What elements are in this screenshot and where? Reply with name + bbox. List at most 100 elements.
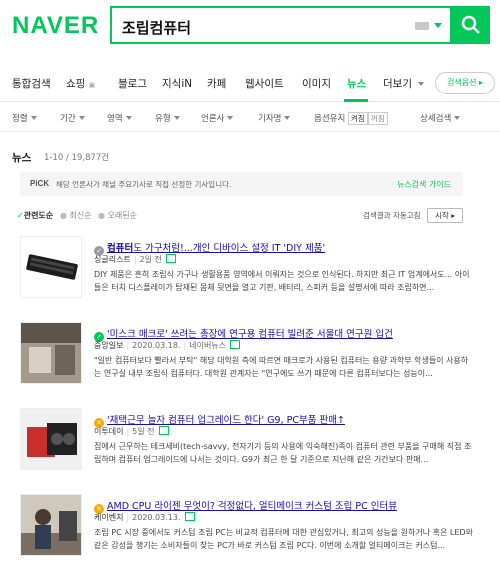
news-thumbnail[interactable] xyxy=(20,494,82,556)
news-snippet: DIY 제품은 흔히 조립식 가구나 생활용품 영역에서 이뤄지는 것으로 인식… xyxy=(94,270,470,292)
external-link-icon[interactable] xyxy=(165,254,176,263)
news-guide-link[interactable]: 뉴스검색 가이드 xyxy=(397,179,451,190)
news-thumbnail[interactable] xyxy=(20,236,82,298)
title-text: 도 가구처럼!...개인 디바이스 설정 IT 'DIY 제품' xyxy=(133,243,326,254)
news-item: ✓ 컴퓨터도 가구처럼!...개인 디바이스 설정 IT 'DIY 제품' 싱글리… xyxy=(0,236,500,318)
filter-detail-label: 상세검색 xyxy=(420,114,452,124)
sort-row: ✓관련도순 ● 최신순 ● 오래된순 검색결과 자동고침 시작 ▸ xyxy=(0,208,500,224)
filter-keep-option: 옵션유지 켜짐 꺼짐 xyxy=(314,112,388,125)
filter-type[interactable]: 유형 xyxy=(155,112,180,124)
news-thumbnail[interactable] xyxy=(20,408,82,470)
chevron-down-icon xyxy=(173,116,180,120)
naver-news-link[interactable]: 네이버뉴스 xyxy=(189,341,226,350)
pick-banner: PiCK 해당 언론사가 채널 주요기사로 직접 선정한 기사입니다. 뉴스검색… xyxy=(20,172,463,196)
filter-bar: 정렬 기간 영역 유형 언론사 기자명 옵션유지 켜짐 꺼짐 상세검색 xyxy=(0,102,500,132)
dot-icon: ● xyxy=(98,211,108,220)
news-snippet: 집에서 근무하는 테크세비(tech-savvy, 전자기기 등의 사용에 익숙… xyxy=(94,442,472,464)
separator: | xyxy=(126,341,130,350)
tab-shopping-label: 쇼핑 xyxy=(66,78,86,90)
tab-integrated[interactable]: 통합검색 xyxy=(12,76,51,91)
chevron-down-icon[interactable] xyxy=(434,23,442,28)
external-link-icon[interactable] xyxy=(158,426,169,435)
keyboard-image-icon xyxy=(21,237,81,297)
pick-description: 해당 언론사가 채널 주요기사로 직접 선정한 기사입니다. xyxy=(56,180,232,189)
news-date: 2일 전 xyxy=(139,255,162,264)
sort-oldest[interactable]: ● 오래된순 xyxy=(98,210,137,221)
search-button[interactable] xyxy=(452,6,490,44)
search-box[interactable]: 조립컴퓨터 xyxy=(110,6,452,44)
keyboard-icon[interactable] xyxy=(415,22,429,30)
news-source-row: 싱글리스트 | 2일 전 xyxy=(94,254,176,266)
auto-refresh-start-button[interactable]: 시작 ▸ xyxy=(427,208,463,223)
section-title: 뉴스 xyxy=(12,152,32,164)
gpu-image-icon xyxy=(21,409,81,469)
filter-press[interactable]: 언론사 xyxy=(201,112,234,124)
search-option-button[interactable]: 검색옵션 ▸ xyxy=(435,72,495,94)
filter-type-label: 유형 xyxy=(155,114,171,124)
tab-cafe[interactable]: 카페 xyxy=(207,76,226,91)
title-text: AMD CPU 라이젠 무엇이? 걱정없다, 얼티메이크 커스텀 조립 PC 인… xyxy=(107,501,397,512)
news-source-row: 이투데이 | 5일 전 xyxy=(94,426,169,438)
naver-logo[interactable]: NAVER xyxy=(12,12,99,40)
news-headline-row: ✕ AMD CPU 라이젠 무엇이? 걱정없다, 얼티메이크 커스텀 조립 PC … xyxy=(94,498,401,514)
filter-area[interactable]: 영역 xyxy=(107,112,132,124)
tab-more[interactable]: 더보기 xyxy=(383,76,425,91)
tab-news[interactable]: 뉴스 xyxy=(347,76,366,91)
filter-sort[interactable]: 정렬 xyxy=(12,112,37,124)
filter-press-label: 언론사 xyxy=(201,114,225,124)
separator: | xyxy=(183,341,187,350)
news-title-link[interactable]: AMD CPU 라이젠 무엇이? 걱정없다, 얼티메이크 커스텀 조립 PC 인… xyxy=(107,501,397,512)
tab-more-label: 더보기 xyxy=(383,78,412,90)
check-icon: ✓ xyxy=(17,211,24,220)
news-headline-row: ✕ '재택근무 늘자 컴퓨터 업그레이드 한다' G9, PC부품 판매↑ xyxy=(94,412,349,428)
news-snippet: 조립 PC 시장 중에서도 커스텀 조립 PC는 비교적 컴퓨터에 대한 관심있… xyxy=(94,528,473,550)
tab-shopping[interactable]: 쇼핑 ▣ xyxy=(66,76,95,91)
sort-latest[interactable]: ● 최신순 xyxy=(60,210,92,221)
news-title-link[interactable]: '재택근무 늘자 컴퓨터 업그레이드 한다' G9, PC부품 판매↑ xyxy=(107,415,345,426)
filter-sort-label: 정렬 xyxy=(12,114,28,124)
separator: | xyxy=(133,255,137,264)
search-icon xyxy=(461,15,480,34)
external-link-icon[interactable] xyxy=(184,512,195,521)
filter-detail[interactable]: 상세검색 xyxy=(420,112,461,124)
news-title-link[interactable]: '미스크 매크로' 쓰려는 총장에 연구용 컴퓨터 빌려준 서울대 연구원 입건 xyxy=(107,329,393,340)
external-icon: ▣ xyxy=(88,81,96,89)
filter-period-label: 기간 xyxy=(60,114,76,124)
news-date: 5일 전 xyxy=(132,427,155,436)
filter-reporter[interactable]: 기자명 xyxy=(258,112,291,124)
press-name[interactable]: 싱글리스트 xyxy=(94,255,131,264)
press-name[interactable]: 중앙일보 xyxy=(94,341,123,350)
press-name[interactable]: 케이벤치 xyxy=(94,513,123,522)
chevron-down-icon xyxy=(454,116,461,120)
news-item: ✕ AMD CPU 라이젠 무엇이? 걱정없다, 얼티메이크 커스텀 조립 PC … xyxy=(0,494,500,576)
people-image-icon xyxy=(21,495,81,555)
header: NAVER 조립컴퓨터 xyxy=(0,0,500,64)
press-name[interactable]: 이투데이 xyxy=(94,427,123,436)
title-text: '미스크 매크로' 쓰려는 총장에 연구용 컴퓨터 빌려준 서울대 연구원 입건 xyxy=(107,329,393,340)
news-item: ✕ '재택근무 늘자 컴퓨터 업그레이드 한다' G9, PC부품 판매↑ 이투데… xyxy=(0,408,500,490)
tab-image[interactable]: 이미지 xyxy=(302,76,331,91)
news-headline-row: ✓ '미스크 매크로' 쓰려는 총장에 연구용 컴퓨터 빌려준 서울대 연구원 입… xyxy=(94,326,397,342)
tab-kin[interactable]: 지식iN xyxy=(162,76,192,91)
news-thumbnail[interactable] xyxy=(20,322,82,384)
filter-reporter-label: 기자명 xyxy=(258,114,282,124)
dot-icon: ● xyxy=(60,211,70,220)
separator: | xyxy=(126,513,130,522)
filter-period[interactable]: 기간 xyxy=(60,112,85,124)
filter-keep-option-label: 옵션유지 xyxy=(314,114,346,124)
news-title-link[interactable]: 컴퓨터도 가구처럼!...개인 디바이스 설정 IT 'DIY 제품' xyxy=(107,243,325,254)
tab-website[interactable]: 웹사이트 xyxy=(245,76,284,91)
news-headline-row: ✓ 컴퓨터도 가구처럼!...개인 디바이스 설정 IT 'DIY 제품' xyxy=(94,240,329,256)
option-off-toggle[interactable]: 꺼짐 xyxy=(367,112,388,125)
chevron-down-icon xyxy=(125,116,132,120)
auto-refresh-label: 검색결과 자동고침 xyxy=(363,211,421,220)
filter-area-label: 영역 xyxy=(107,114,123,124)
option-on-toggle[interactable]: 켜짐 xyxy=(347,112,368,125)
separator: | xyxy=(126,427,130,436)
search-input[interactable]: 조립컴퓨터 xyxy=(122,17,191,38)
external-link-icon[interactable] xyxy=(230,340,241,349)
chevron-down-icon xyxy=(30,116,37,120)
photo-image-icon xyxy=(21,323,81,383)
tab-blog[interactable]: 블로그 xyxy=(118,76,147,91)
sort-relevance[interactable]: ✓관련도순 xyxy=(17,210,53,221)
